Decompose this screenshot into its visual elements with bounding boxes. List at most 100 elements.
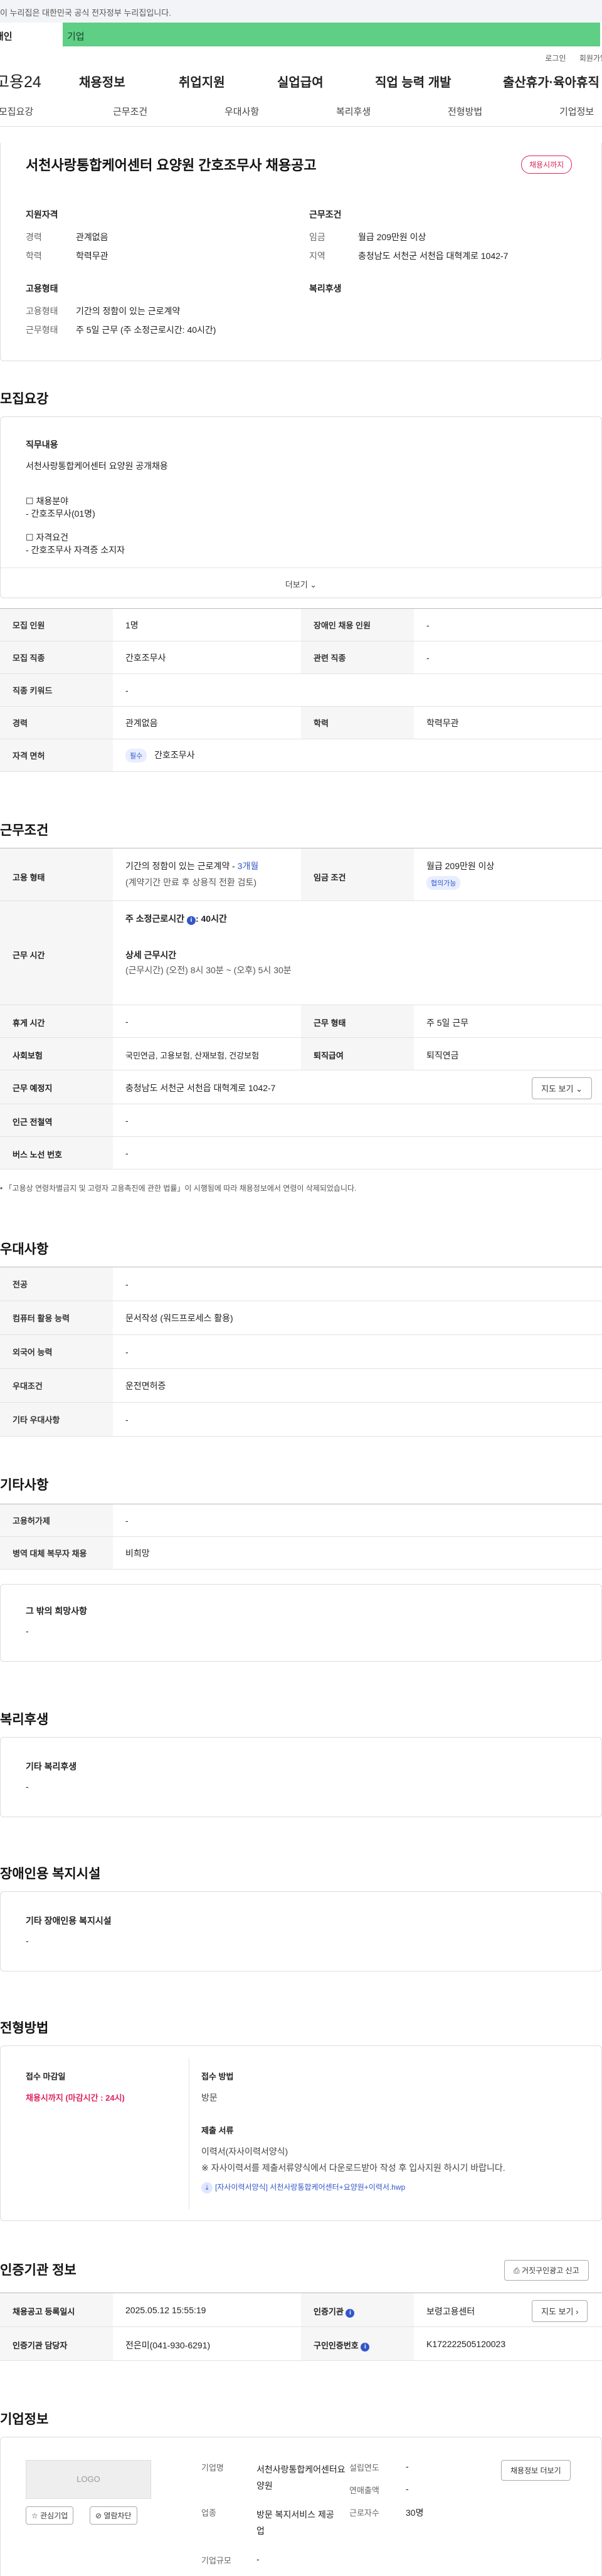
edu-row-value: 학력무관 bbox=[414, 706, 602, 739]
recruit-section-title: 모집요강 bbox=[0, 392, 49, 406]
keyword-value: - bbox=[113, 673, 602, 707]
block-view-button[interactable]: ⊘ 열람차단 bbox=[90, 2506, 137, 2525]
gnb-item-parental-leave[interactable]: 출산휴가·육아휴직 bbox=[503, 72, 599, 90]
rest-value: - bbox=[125, 1016, 129, 1027]
headcount-label: 모집 인원 bbox=[0, 608, 113, 641]
docs-label: 제출 서류 bbox=[201, 2126, 234, 2135]
agency-table: 채용공고 등록일시 2025.05.12 15:55:19 인증기관 i 보령고… bbox=[0, 2293, 602, 2361]
worktype-value: 주 5일 근무 (주 소정근로시간: 40시간) bbox=[76, 325, 216, 335]
region-value: 충청남도 서천군 서천읍 대혁계로 1042-7 bbox=[358, 251, 509, 261]
gnb-item-unemployment-benefit[interactable]: 실업급여 bbox=[277, 72, 324, 90]
license-value: 필수 간호조무사 bbox=[113, 739, 602, 772]
top-tabs: 개인 기업 bbox=[0, 23, 602, 46]
login-link[interactable]: 로그인 bbox=[545, 54, 566, 63]
subway-label: 인근 전철역 bbox=[0, 1104, 113, 1136]
disabled-count-value: - bbox=[414, 608, 602, 641]
favorite-company-button[interactable]: ☆ 관심기업 bbox=[26, 2506, 74, 2525]
language-label: 외국어 능력 bbox=[0, 1334, 113, 1369]
age-notice: • 「고용상 연령차별금지 및 고령자 고용촉진에 관한 법률」이 시행됨에 따… bbox=[0, 1184, 357, 1193]
map-button[interactable]: 지도 보기 ⌄ bbox=[532, 1077, 592, 1099]
other-wish-value: - bbox=[26, 1626, 29, 1636]
job-title: 서천사랑통합케어센터 요양원 간호조무사 채용공고 bbox=[26, 157, 317, 173]
gnb-item-training[interactable]: 직업 능력 개발 bbox=[375, 72, 452, 90]
subnav-company[interactable]: 기업정보 bbox=[559, 105, 594, 118]
sales-value: - bbox=[406, 2484, 409, 2494]
section-nav: 모집요강 근무조건 우대사항 복리후생 전형방법 기업정보 bbox=[0, 97, 602, 127]
welfare-card: 기타 복리후생 - bbox=[0, 1737, 602, 1817]
info-icon[interactable]: i bbox=[361, 2343, 370, 2352]
license-label: 자격 면허 bbox=[0, 739, 113, 772]
gov-banner: 이 누리집은 대한민국 공식 전자정부 누리집입니다. bbox=[0, 0, 602, 23]
etc-section-title: 기타사항 bbox=[0, 1478, 49, 1492]
employees-value: 30명 bbox=[406, 2508, 424, 2518]
deadline-label: 접수 마감일 bbox=[26, 2072, 66, 2081]
preferred-table: 전공 - 컴퓨터 활용 능력 문서작성 (워드프로세스 활용) 외국어 능력 - 우대… bbox=[0, 1267, 602, 1437]
job-type-label: 모집 직종 bbox=[0, 641, 113, 674]
manager-value: 전은미(041-930-6291) bbox=[125, 2340, 211, 2350]
major-value: - bbox=[113, 1267, 602, 1301]
disability-box-title: 기타 장애인용 복지시설 bbox=[26, 1916, 112, 1926]
duty-heading: 직무내용 bbox=[26, 440, 58, 450]
permit-label: 고용허가제 bbox=[0, 1504, 113, 1537]
deadline-value: 채용시까지 (마감시간 : 24시) bbox=[26, 2093, 125, 2103]
tab-company[interactable]: 기업 bbox=[63, 23, 600, 46]
worktype-cond-value: 주 5일 근무 bbox=[426, 1018, 469, 1028]
region-label: 지역 bbox=[309, 251, 325, 261]
permit-value: - bbox=[113, 1504, 602, 1537]
etc-table: 고용허가제 - 병역 대체 복무자 채용 비희망 bbox=[0, 1504, 602, 1570]
company-logo: LOGO bbox=[26, 2460, 151, 2499]
welfare-box-title: 기타 복리후생 bbox=[26, 1761, 77, 1771]
gnb-item-employment-support[interactable]: 취업지원 bbox=[179, 72, 225, 90]
subnav-conditions[interactable]: 근무조건 bbox=[113, 105, 147, 118]
reg-date-value: 2025.05.12 15:55:19 bbox=[125, 2305, 206, 2315]
hours-heading: 주 소정근로시간 i: 40시간 bbox=[125, 914, 227, 925]
more-button[interactable]: 더보기 ⌄ bbox=[1, 567, 601, 598]
company-card: LOGO ☆ 관심기업 ⊘ 열람차단 기업명 서천사랑통합케어센터요양원 업종 … bbox=[0, 2437, 602, 2576]
insurance-value: 국민연금, 고용보험, 산재보험, 건강보험 bbox=[125, 1051, 260, 1060]
preferred-cond-value: 운전면허증 bbox=[113, 1368, 602, 1403]
emp-note: (계약기간 만료 후 상용직 전환 검토) bbox=[125, 877, 257, 887]
bus-label: 버스 노선 번호 bbox=[0, 1137, 113, 1169]
tab-personal[interactable]: 개인 bbox=[0, 23, 63, 46]
language-value: - bbox=[113, 1334, 602, 1369]
subnav-recruit[interactable]: 모집요강 bbox=[0, 105, 33, 118]
subnav-preferred[interactable]: 우대사항 bbox=[224, 105, 259, 118]
report-fake-ad-button[interactable]: ⎙ 거짓구인광고 신고 bbox=[504, 2260, 589, 2281]
job-summary-card: 서천사랑통합케어센터 요양원 간호조무사 채용공고 채용시까지 지원자격 경력 … bbox=[0, 143, 602, 361]
agency-map-button[interactable]: 지도 보기 › bbox=[532, 2300, 588, 2322]
company-jobs-more-button[interactable]: 채용정보 더보기 bbox=[501, 2460, 571, 2481]
military-value: 비희망 bbox=[113, 1536, 602, 1570]
info-icon[interactable]: i bbox=[186, 916, 196, 925]
related-job-value: - bbox=[414, 641, 602, 674]
career-row-label: 경력 bbox=[0, 706, 113, 739]
disabled-count-label: 장애인 채용 인원 bbox=[301, 608, 414, 641]
career-row-value: 관계없음 bbox=[113, 706, 301, 739]
bullet-icon: • bbox=[0, 1184, 3, 1193]
info-icon[interactable]: i bbox=[346, 2309, 355, 2318]
selection-section-title: 전형방법 bbox=[0, 2021, 49, 2035]
utility-bar: 로그인 회원가입 bbox=[0, 46, 602, 65]
join-link[interactable]: 회원가입 bbox=[579, 54, 602, 63]
subnav-selection[interactable]: 전형방법 bbox=[448, 105, 482, 118]
other-wish-card: 그 밖의 희망사항 - bbox=[0, 1584, 602, 1662]
gnb-item-jobs[interactable]: 채용정보 bbox=[79, 72, 125, 90]
brand-logo[interactable]: 고용24 bbox=[0, 70, 65, 92]
method-label: 접수 방법 bbox=[201, 2072, 234, 2081]
agency-section-title: 인증기관 정보 bbox=[0, 2263, 77, 2278]
attachment-link[interactable]: ⤓ [자사이력서양식] 서천사랑통합케어센터+요양원+이력서.hwp bbox=[201, 2182, 405, 2193]
edu-value: 학력무관 bbox=[76, 251, 108, 261]
recruit-table: 모집 인원 1명 장애인 채용 인원 - 모집 직종 간호조무사 관련 직종 - 직종 키워… bbox=[0, 608, 602, 772]
selection-card: 접수 마감일 채용시까지 (마감시간 : 24시) 접수 방법 방문 제출 서류… bbox=[0, 2045, 602, 2221]
conditions-section-title: 근무조건 bbox=[0, 823, 49, 838]
status-badge: 채용시까지 bbox=[521, 156, 573, 174]
keyword-label: 직종 키워드 bbox=[0, 673, 113, 707]
computer-label: 컴퓨터 활용 능력 bbox=[0, 1301, 113, 1335]
job-type-value: 간호조무사 bbox=[113, 641, 301, 674]
emp-heading: 고용형태 bbox=[26, 283, 58, 293]
conditions-table: 고용 형태 기간의 정함이 있는 근로계약 - 3개월 (계약기간 만료 후 상… bbox=[0, 848, 602, 1169]
chevron-down-icon: ⌄ bbox=[310, 580, 317, 589]
emp-value: 기간의 정함이 있는 근로계약 - 3개월 bbox=[125, 861, 259, 871]
worktype-cond-label: 근무 형태 bbox=[301, 1005, 414, 1037]
industry-value: 방문 복지서비스 제공업 bbox=[256, 2510, 334, 2536]
subnav-welfare[interactable]: 복리후생 bbox=[336, 105, 371, 118]
